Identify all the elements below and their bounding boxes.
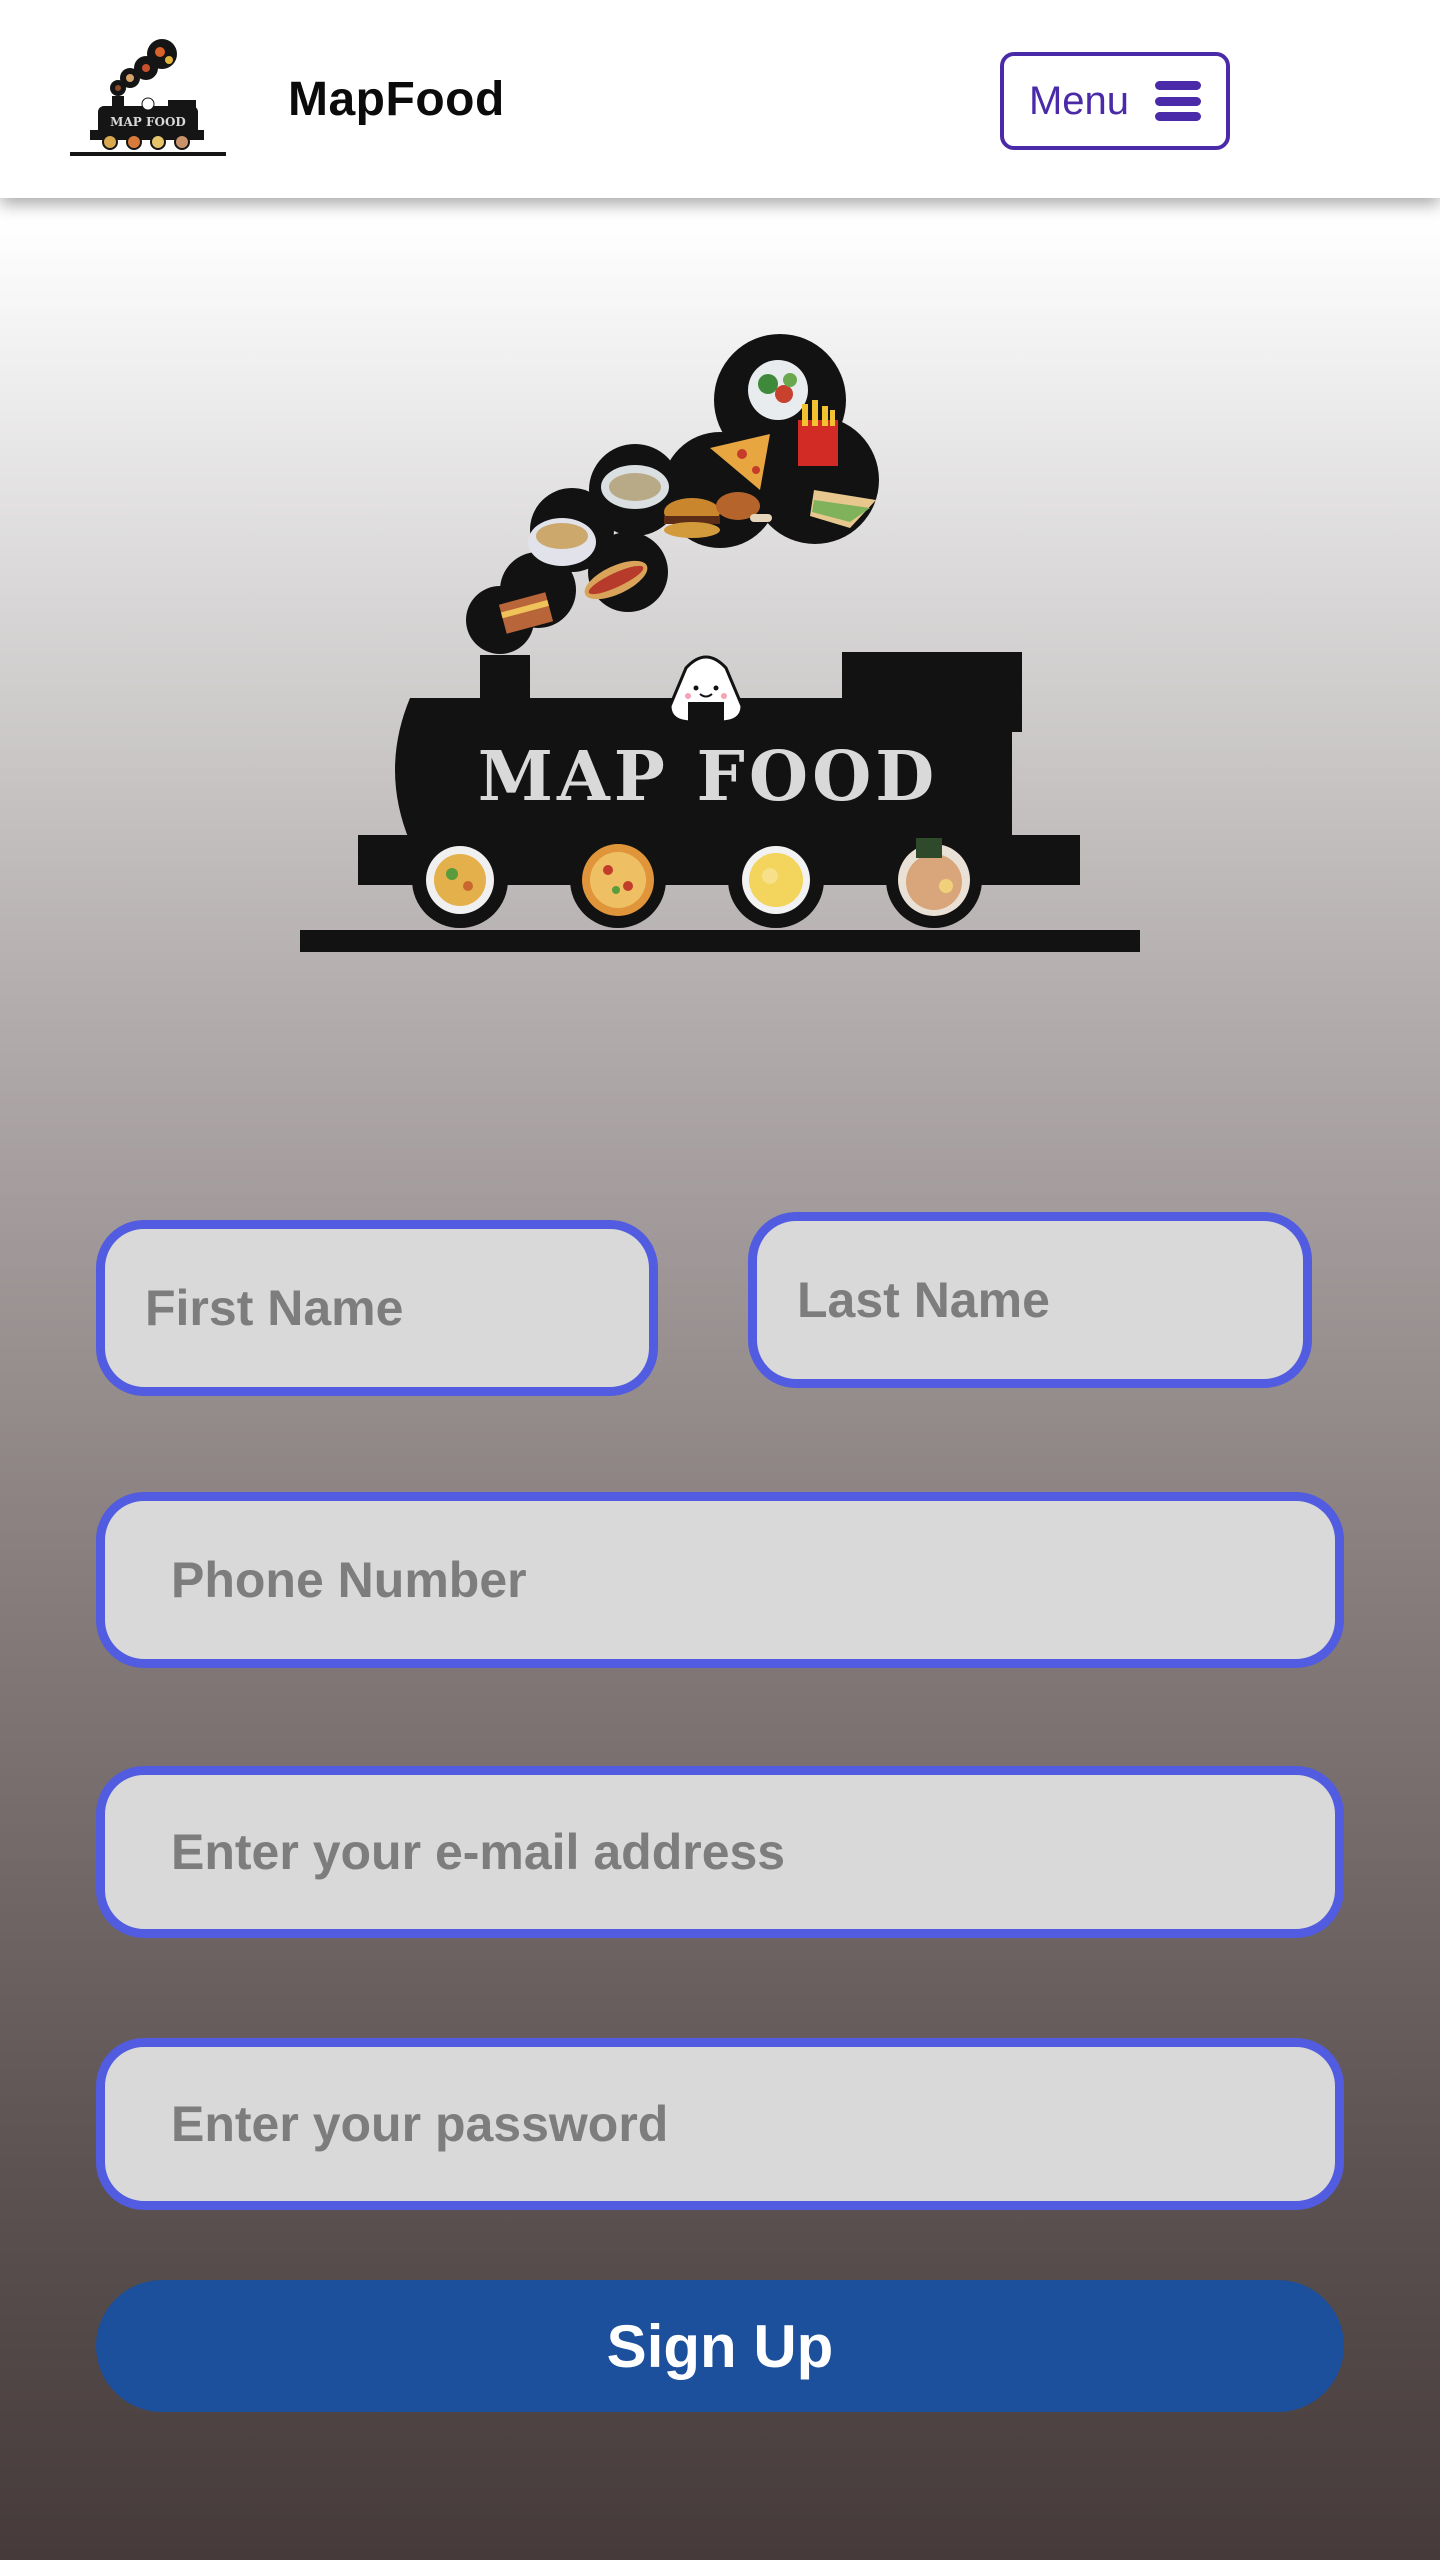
hamburger-icon — [1155, 81, 1202, 121]
brand-title: MapFood — [288, 73, 505, 126]
email-field[interactable] — [96, 1766, 1344, 1938]
sign-up-button[interactable]: Sign Up — [96, 2280, 1344, 2412]
food-smoke-cloud — [466, 334, 879, 654]
smoke-cloud-icon — [110, 39, 177, 96]
onigiri-character — [668, 655, 744, 724]
last-name-input[interactable] — [757, 1221, 1303, 1379]
first-name-field[interactable] — [96, 1220, 658, 1396]
menu-button[interactable]: Menu — [1000, 52, 1230, 150]
menu-label: Menu — [1028, 78, 1130, 123]
password-field[interactable] — [96, 2038, 1344, 2210]
password-input[interactable] — [105, 2047, 1335, 2201]
phone-field[interactable] — [96, 1492, 1344, 1668]
top-nav-bar: MAP FOOD MapFood Menu — [0, 0, 1440, 198]
logo-text: MAP FOOD — [110, 115, 186, 129]
email-input[interactable] — [105, 1775, 1335, 1929]
phone-input[interactable] — [105, 1501, 1335, 1659]
first-name-input[interactable] — [105, 1229, 649, 1387]
mapfood-train-logo: MAP FOOD — [300, 334, 1140, 952]
hero-logo-text: MAP FOOD — [478, 737, 939, 817]
mapfood-logo-small[interactable]: MAP FOOD — [68, 38, 228, 162]
last-name-field[interactable] — [748, 1212, 1312, 1388]
